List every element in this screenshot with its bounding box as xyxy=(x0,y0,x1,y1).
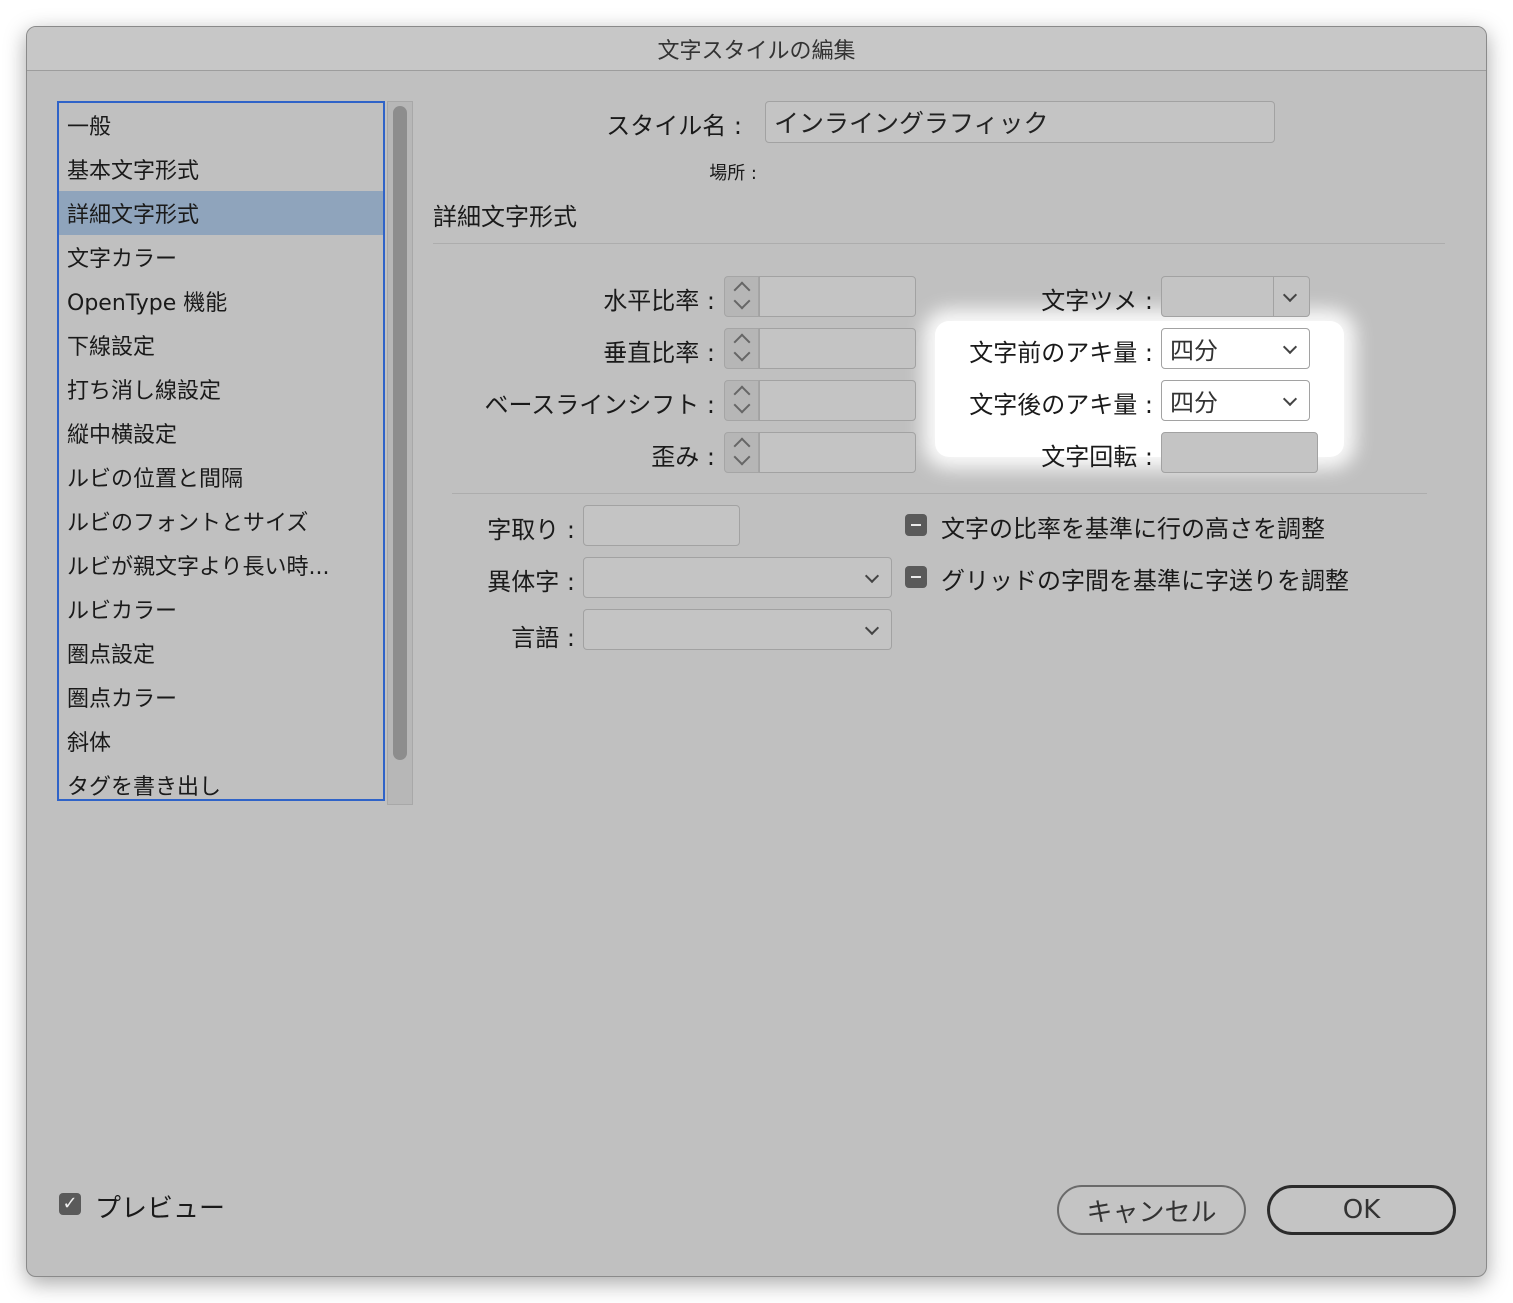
aki-after-select[interactable]: 四分 xyxy=(1161,380,1310,421)
dialog-title: 文字スタイルの編集 xyxy=(657,38,856,64)
category-item-ruby-position-spacing[interactable]: ルビの位置と間隔 xyxy=(59,455,383,499)
cancel-button[interactable]: キャンセル xyxy=(1057,1185,1246,1235)
char-rotation-input[interactable] xyxy=(1161,432,1318,473)
chevron-down-icon xyxy=(864,620,880,635)
tsume-dropdown-button[interactable] xyxy=(1273,277,1309,316)
jidori-input[interactable] xyxy=(583,505,740,546)
category-item-character-color[interactable]: 文字カラー xyxy=(59,235,383,279)
section-divider xyxy=(433,243,1445,244)
horizontal-scale-input[interactable] xyxy=(759,276,916,317)
baseline-shift-label: ベースラインシフト : xyxy=(484,391,715,419)
category-item-shatai[interactable]: 斜体 xyxy=(59,719,383,763)
jidori-label: 字取り : xyxy=(487,516,575,544)
tsume-label: 文字ツメ : xyxy=(1041,287,1153,315)
alternate-glyph-select[interactable] xyxy=(583,557,892,598)
vertical-scale-stepper[interactable] xyxy=(724,328,759,369)
tsume-combo[interactable] xyxy=(1161,276,1310,317)
style-name-label: スタイル名 : xyxy=(606,112,742,140)
category-item-underline-options[interactable]: 下線設定 xyxy=(59,323,383,367)
location-label: 場所 : xyxy=(709,163,757,184)
category-item-tate-chu-yoko[interactable]: 縦中横設定 xyxy=(59,411,383,455)
category-item-ruby-color[interactable]: ルビカラー xyxy=(59,587,383,631)
dialog-window: 文字スタイルの編集 一般 基本文字形式 詳細文字形式 文字カラー OpenTyp… xyxy=(26,26,1487,1277)
scale-line-height-label[interactable]: 文字の比率を基準に行の高さを調整 xyxy=(941,509,1325,544)
chevron-down-icon[interactable] xyxy=(733,396,751,414)
scrollbar-thumb[interactable] xyxy=(393,106,407,760)
category-list[interactable]: 一般 基本文字形式 詳細文字形式 文字カラー OpenType 機能 下線設定 … xyxy=(57,101,385,801)
grid-spacing-label[interactable]: グリッドの字間を基準に字送りを調整 xyxy=(941,561,1349,596)
ok-button[interactable]: OK xyxy=(1267,1185,1456,1235)
category-item-ruby-overhang[interactable]: ルビが親文字より長い時... xyxy=(59,543,383,587)
char-rotation-label: 文字回転 : xyxy=(1041,443,1153,471)
scale-line-height-checkbox[interactable] xyxy=(905,514,927,536)
fields-divider xyxy=(452,493,1427,494)
style-name-input[interactable]: インライングラフィック xyxy=(765,101,1275,143)
category-item-kenten-color[interactable]: 圏点カラー xyxy=(59,675,383,719)
skew-input[interactable] xyxy=(759,432,916,473)
aki-before-select[interactable]: 四分 xyxy=(1161,328,1310,369)
horizontal-scale-label: 水平比率 : xyxy=(603,287,715,315)
category-item-general[interactable]: 一般 xyxy=(59,103,383,147)
aki-after-value: 四分 xyxy=(1170,389,1218,417)
aki-before-value: 四分 xyxy=(1170,337,1218,365)
category-list-scrollbar[interactable] xyxy=(387,101,413,805)
chevron-down-icon xyxy=(864,568,880,583)
aki-before-label: 文字前のアキ量 : xyxy=(969,339,1153,367)
skew-label: 歪み : xyxy=(651,443,715,471)
category-item-basic-character-formats[interactable]: 基本文字形式 xyxy=(59,147,383,191)
language-label: 言語 : xyxy=(511,624,575,652)
preview-label[interactable]: プレビュー xyxy=(95,1188,225,1225)
chevron-down-icon xyxy=(1282,391,1298,406)
aki-after-label: 文字後のアキ量 : xyxy=(969,391,1153,419)
alternate-glyph-label: 異体字 : xyxy=(487,568,575,596)
category-item-advanced-character-formats[interactable]: 詳細文字形式 xyxy=(59,191,383,235)
category-item-export-tagging[interactable]: タグを書き出し xyxy=(59,763,383,807)
skew-stepper[interactable] xyxy=(724,432,759,473)
chevron-down-icon[interactable] xyxy=(733,344,751,362)
title-bar: 文字スタイルの編集 xyxy=(27,27,1486,71)
horizontal-scale-stepper[interactable] xyxy=(724,276,759,317)
category-item-kenten-settings[interactable]: 圏点設定 xyxy=(59,631,383,675)
vertical-scale-label: 垂直比率 : xyxy=(603,339,715,367)
chevron-down-icon[interactable] xyxy=(1282,287,1298,302)
grid-spacing-checkbox[interactable] xyxy=(905,566,927,588)
chevron-down-icon[interactable] xyxy=(733,448,751,466)
category-item-strikethrough-options[interactable]: 打ち消し線設定 xyxy=(59,367,383,411)
preview-checkbox[interactable]: ✓ xyxy=(59,1193,81,1215)
section-title: 詳細文字形式 xyxy=(433,203,577,231)
category-item-opentype-features[interactable]: OpenType 機能 xyxy=(59,279,383,323)
baseline-shift-input[interactable] xyxy=(759,380,916,421)
category-item-ruby-font-size[interactable]: ルビのフォントとサイズ xyxy=(59,499,383,543)
check-icon: ✓ xyxy=(62,1193,78,1214)
chevron-down-icon[interactable] xyxy=(733,292,751,310)
chevron-down-icon xyxy=(1282,339,1298,354)
baseline-shift-stepper[interactable] xyxy=(724,380,759,421)
language-select[interactable] xyxy=(583,609,892,650)
vertical-scale-input[interactable] xyxy=(759,328,916,369)
